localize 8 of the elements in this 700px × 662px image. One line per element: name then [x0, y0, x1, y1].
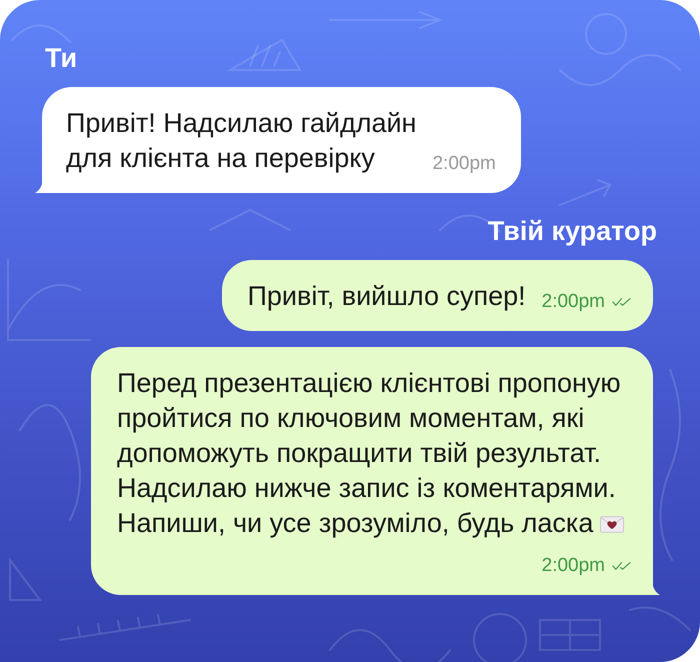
message-time: 2:00pm — [542, 554, 605, 578]
message-time: 2:00pm — [432, 152, 496, 176]
message-text: Привіт, вийшло супер! — [248, 281, 526, 311]
message-text: Привіт! Надсилаю гайдлайн для клієнта на перевірку — [66, 108, 416, 173]
sender-name: Ти — [45, 43, 78, 73]
sender-name: Твій куратор — [488, 216, 657, 246]
message-time: 2:00pm — [542, 290, 605, 314]
message-text: Перед презентацією клієнтові пропоную пройтися по ключовим моментам, які допоможуть покращити твій результат. Надсилаю нижче запис із коментарями. Напиши, чи усе зрозуміло, будь ласка — [117, 368, 621, 538]
